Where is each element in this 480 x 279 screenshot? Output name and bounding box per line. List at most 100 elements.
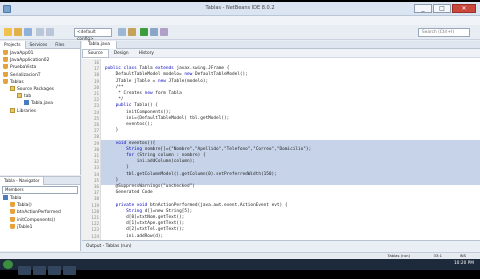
tree-item[interactable]: JavaApp01 (0, 50, 80, 57)
view-history[interactable]: History (134, 49, 159, 58)
start-button[interactable] (3, 260, 13, 269)
tree-item[interactable]: SerializacionT (0, 71, 80, 79)
tree-item[interactable]: PruebaVista (0, 64, 80, 71)
line-number-gutter: 16 17 18 19 20 21 22 23 24 25 26 27 28 29 30 31 32 33 34 35… (82, 59, 101, 240)
tree-item-label: Source Packages (17, 86, 54, 92)
navigator-item[interactable]: initComponents() (0, 216, 80, 224)
search-input[interactable]: Search (Ctrl+I) (418, 28, 470, 37)
line-number: 19 (93, 78, 99, 84)
maximize-button[interactable]: □ (433, 4, 451, 13)
code-area[interactable]: public class Tabla extends javax.swing.J… (101, 59, 480, 240)
minimize-button[interactable]: _ (414, 4, 432, 13)
tab-files[interactable]: Files (51, 41, 68, 49)
tab-projects[interactable]: Projects (0, 41, 26, 49)
cup-icon (3, 78, 8, 84)
tree-item[interactable]: Tabla.java (0, 100, 80, 107)
navigator-title[interactable]: Tabla - Navigator (0, 177, 45, 185)
line-number: 27 (93, 128, 99, 134)
tab-tabla-java[interactable]: Tabla.java (82, 41, 117, 49)
code-line: ini.addRow(d); (126, 233, 164, 239)
line-number: 38 (93, 196, 99, 202)
line-number: 24 (93, 109, 99, 115)
line-number: 20 (93, 84, 99, 90)
clean-build-icon[interactable] (128, 28, 136, 36)
cup-icon (3, 50, 8, 55)
navigator-item[interactable]: Tabla (0, 195, 80, 202)
member-icon (10, 223, 15, 229)
navigator-item-label: jTable1 (17, 224, 33, 230)
folder-icon (17, 93, 22, 99)
line-number: 120 (91, 208, 99, 214)
tree-item[interactable]: JavaApplication02 (0, 57, 80, 64)
menu-bar: FileEditViewNavigateSourceRefactorRunDeb… (0, 16, 480, 33)
navigator-item[interactable]: jTable1 (0, 223, 80, 231)
title-bar: Tablas - NetBeans IDE 8.0.2 _ □ ✕ (0, 2, 480, 16)
tree-item[interactable]: Libraries (0, 107, 80, 115)
tree-item-label: Tablas (10, 79, 24, 85)
line-number: 122 (91, 221, 99, 227)
projects-panel: Projects Services Files JavaApp01 JavaAppli… (0, 41, 81, 175)
cup-icon (3, 71, 8, 77)
navigator-item[interactable]: Tabla() (0, 202, 80, 209)
line-number: 33 (93, 165, 99, 171)
line-number: 123 (91, 227, 99, 233)
status-bar: Tablas (run) 33:1 INS (0, 252, 480, 259)
close-button[interactable]: ✕ (452, 4, 476, 13)
line-number: 124 (91, 233, 99, 239)
taskbar-app-1[interactable] (18, 266, 31, 275)
tree-item-label: JavaApp01 (10, 51, 34, 56)
open-project-icon[interactable] (14, 28, 22, 36)
build-icon[interactable] (118, 28, 126, 36)
new-project-icon[interactable] (4, 28, 12, 36)
taskbar-app-4[interactable] (63, 266, 76, 275)
member-icon (10, 216, 15, 222)
taskbar-app-3[interactable] (48, 266, 61, 275)
line-number: 23 (93, 103, 99, 109)
navigator-list: Tabla Tabla() btnActionPerformed initCompon… (0, 195, 80, 231)
undo-icon[interactable] (36, 28, 44, 36)
projects-tabs: Projects Services Files (0, 41, 80, 49)
taskbar-app-2[interactable] (33, 266, 46, 275)
folder-icon (10, 107, 15, 113)
output-tab[interactable]: Output - Tablas (run) (82, 240, 480, 252)
line-number: 26 (93, 122, 99, 127)
tree-item[interactable]: Tablas (0, 78, 80, 86)
line-number: 32 (93, 159, 99, 165)
tree-item[interactable]: tab (0, 93, 80, 100)
run-icon[interactable] (140, 28, 148, 36)
navigator-filter[interactable]: Members (2, 186, 78, 194)
line-number: 21 (93, 91, 99, 96)
clock: 10:20 PM (453, 261, 474, 266)
line-number: 36 (93, 184, 99, 189)
ide-window: Tablas - NetBeans IDE 8.0.2 _ □ ✕ FileEd… (0, 2, 480, 275)
save-all-icon[interactable] (24, 28, 32, 36)
view-source[interactable]: Source (82, 49, 109, 58)
member-icon (10, 209, 15, 215)
navigator-item-label: Tabla (10, 196, 22, 201)
folder-icon (10, 85, 15, 91)
line-number: 17 (93, 66, 99, 72)
view-design[interactable]: Design (109, 49, 134, 58)
tree-item-label: Tabla.java (31, 101, 53, 107)
debug-icon[interactable] (150, 28, 158, 36)
cup-icon (3, 57, 8, 63)
editor-toolbar: Source Design History (82, 49, 480, 58)
line-number: 37 (93, 190, 99, 196)
tree-item-label: JavaApplication02 (10, 58, 50, 64)
editor-panel: Tabla.java Source Design History 16 17 18 19 2… (82, 41, 480, 240)
tree-item[interactable]: Source Packages (0, 85, 80, 93)
line-number: 34 (93, 171, 99, 177)
tree-item-label: tab (24, 94, 32, 100)
window-title: Tablas - NetBeans IDE 8.0.2 (205, 5, 275, 11)
navigator-item[interactable]: btnActionPerformed (0, 209, 80, 216)
config-select[interactable]: <default config> (74, 28, 112, 42)
redo-icon[interactable] (46, 28, 54, 36)
line-number: 29 (93, 140, 99, 146)
tree-item-label: Libraries (17, 108, 36, 114)
tree-item-label: SerializacionT (10, 72, 41, 78)
line-number: 28 (93, 134, 99, 140)
profile-icon[interactable] (160, 28, 168, 36)
line-number: 18 (93, 72, 99, 78)
tab-services[interactable]: Services (26, 41, 52, 49)
java-icon (24, 100, 29, 106)
